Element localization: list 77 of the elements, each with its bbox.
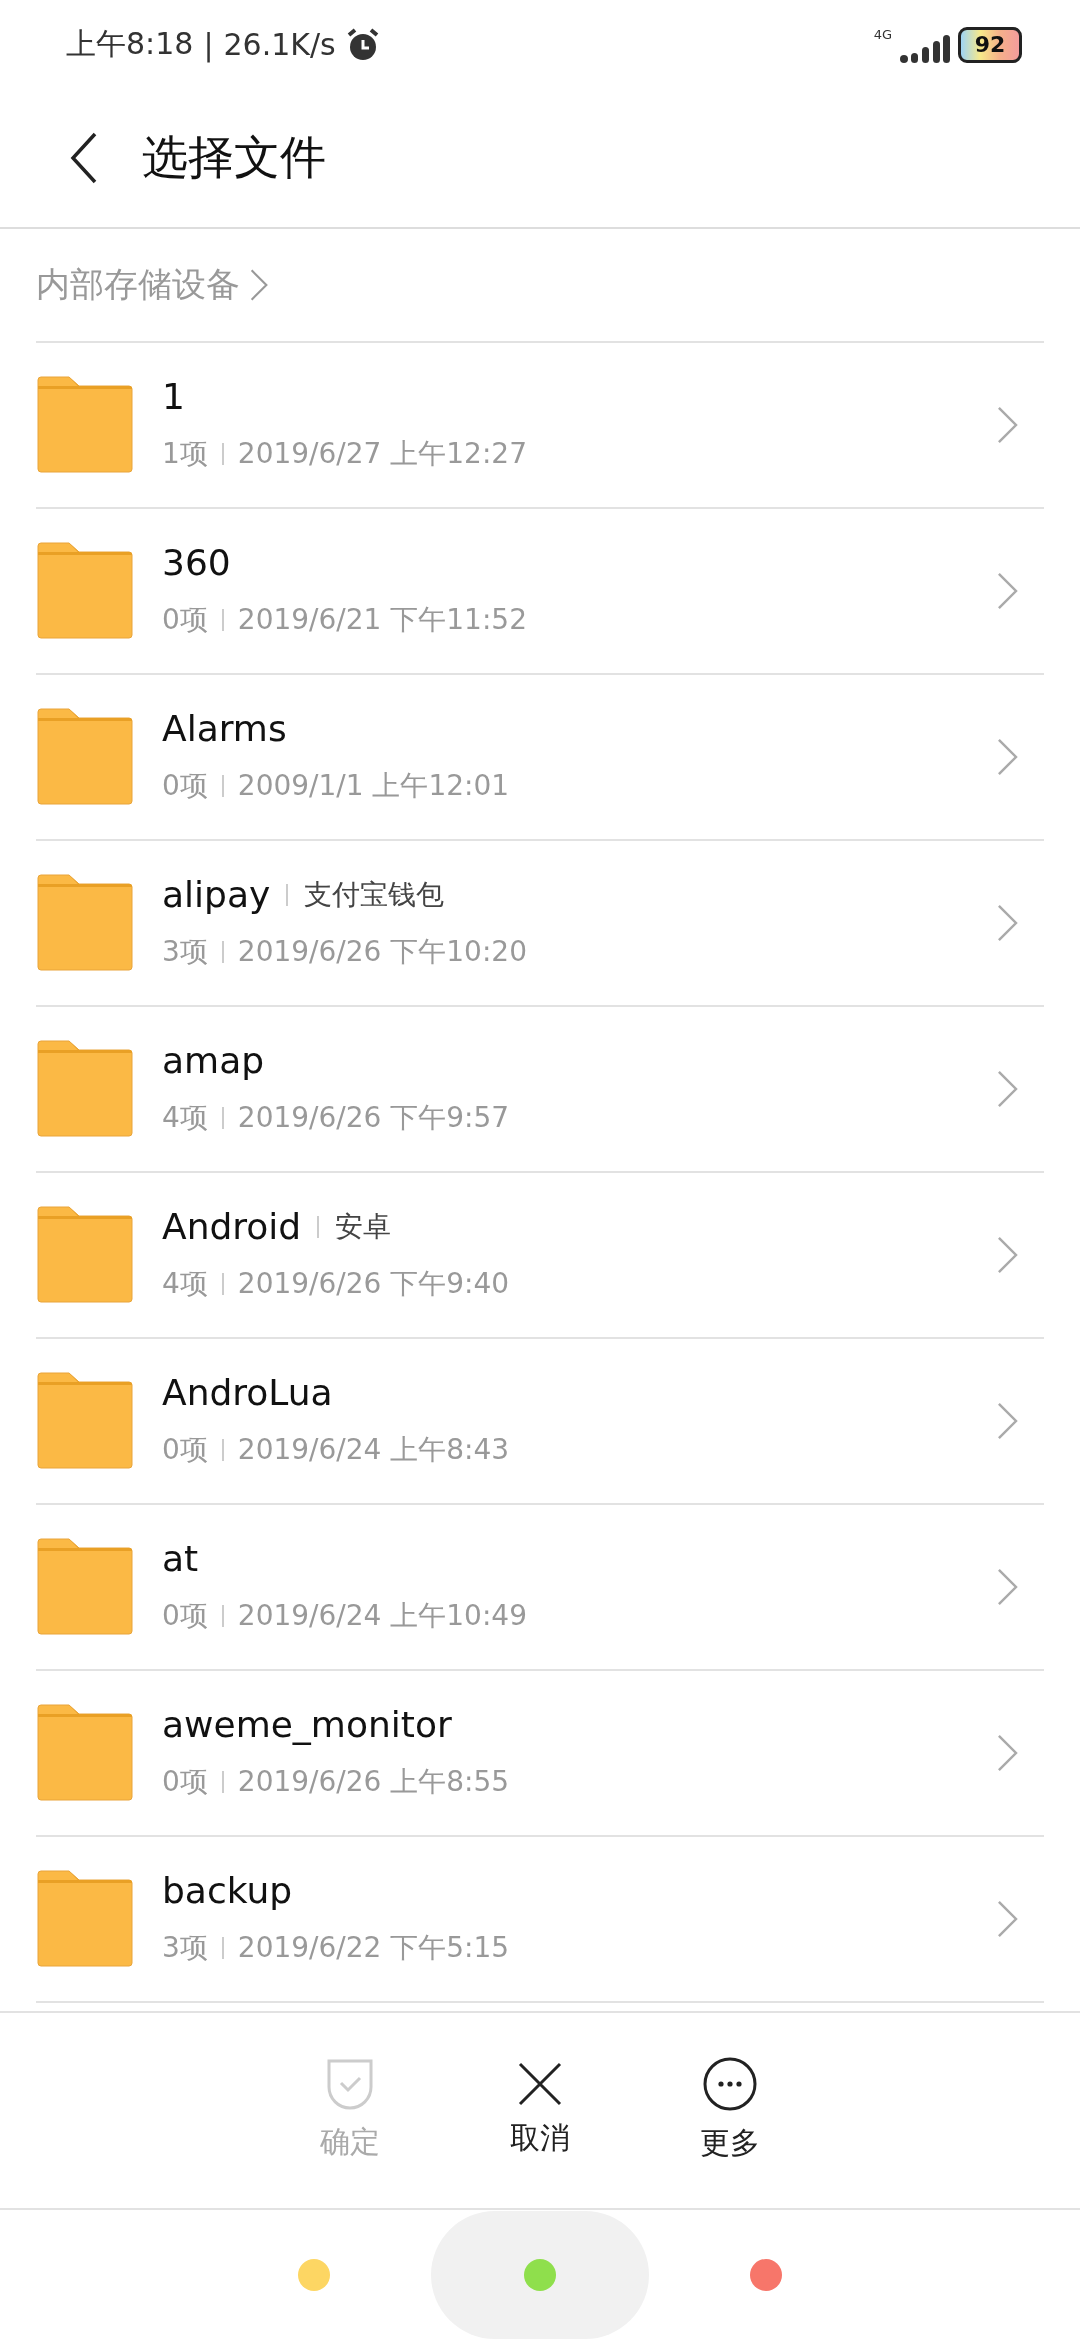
- item-count: 0项: [162, 1764, 208, 1801]
- folder-name: AndroLua: [162, 1372, 333, 1414]
- shield-check-icon: [326, 2057, 374, 2110]
- folder-icon: [36, 1039, 134, 1138]
- item-count: 0项: [162, 602, 208, 639]
- modified-date: 2019/6/21 下午11:52: [237, 602, 527, 639]
- folder-name: alipay: [162, 874, 271, 916]
- folder-row[interactable]: amap 4项 2019/6/26 下午9:57: [36, 1006, 1044, 1173]
- modified-date: 2019/6/22 下午5:15: [237, 1930, 510, 1967]
- more-button[interactable]: 更多: [680, 2056, 780, 2164]
- folder-name: Alarms: [162, 708, 287, 750]
- folder-row[interactable]: AndroLua 0项 2019/6/24 上午8:43: [36, 1338, 1044, 1505]
- folder-name: at: [162, 1538, 199, 1580]
- item-count: 0项: [162, 1598, 208, 1635]
- chevron-right-icon: [250, 267, 268, 302]
- folder-row[interactable]: backup 3项 2019/6/22 下午5:15: [36, 1836, 1044, 2003]
- modified-date: 2009/1/1 上午12:01: [237, 768, 510, 805]
- modified-date: 2019/6/26 下午9:57: [237, 1100, 510, 1137]
- status-time: 上午8:18: [66, 25, 194, 64]
- folder-icon: [36, 1537, 134, 1636]
- folder-icon: [36, 873, 134, 972]
- folder-name: amap: [162, 1040, 265, 1082]
- folder-name: aweme_monitor: [162, 1704, 452, 1746]
- folder-row[interactable]: Android 安卓 4项 2019/6/26 下午9:40: [36, 1172, 1044, 1339]
- chevron-right-icon: [997, 1069, 1018, 1108]
- folder-name: backup: [162, 1870, 293, 1912]
- folder-icon: [36, 707, 134, 806]
- battery-level: 92: [974, 32, 1006, 58]
- back-button[interactable]: [70, 132, 98, 185]
- folder-row[interactable]: Alarms 0项 2009/1/1 上午12:01: [36, 674, 1044, 841]
- modified-date: 2019/6/26 上午8:55: [237, 1764, 510, 1801]
- folder-icon: [36, 375, 134, 474]
- chevron-right-icon: [997, 903, 1018, 942]
- chevron-right-icon: [997, 1567, 1018, 1606]
- folder-icon: [36, 1205, 134, 1304]
- item-count: 4项: [162, 1100, 208, 1137]
- item-count: 0项: [162, 1432, 208, 1469]
- folder-icon: [36, 1371, 134, 1470]
- folder-row[interactable]: at 0项 2019/6/24 上午10:49: [36, 1504, 1044, 1671]
- item-count: 1项: [162, 436, 208, 473]
- folder-icon: [36, 1703, 134, 1802]
- cancel-button[interactable]: 取消: [490, 2061, 590, 2159]
- folder-row[interactable]: 360 0项 2019/6/21 下午11:52: [36, 508, 1044, 675]
- modified-date: 2019/6/24 上午8:43: [237, 1432, 510, 1469]
- folder-row[interactable]: aweme_monitor 0项 2019/6/26 上午8:55: [36, 1670, 1044, 1837]
- modified-date: 2019/6/26 下午10:20: [237, 934, 527, 971]
- close-icon: [518, 2061, 562, 2106]
- chevron-right-icon: [997, 1733, 1018, 1772]
- status-separator: |: [203, 27, 214, 63]
- modified-date: 2019/6/26 下午9:40: [237, 1266, 510, 1303]
- signal-icon: [900, 32, 950, 63]
- network-speed: 26.1K/s: [223, 27, 336, 63]
- folder-alias: 安卓: [335, 1208, 392, 1245]
- chevron-right-icon: [997, 1401, 1018, 1440]
- item-count: 3项: [162, 934, 208, 971]
- chevron-right-icon: [997, 1235, 1018, 1274]
- folder-name: 360: [162, 542, 231, 584]
- folder-icon: [36, 541, 134, 640]
- folder-row[interactable]: 1 1项 2019/6/27 上午12:27: [36, 342, 1044, 509]
- modified-date: 2019/6/24 上午10:49: [237, 1598, 527, 1635]
- alarm-clock-icon: [345, 27, 380, 62]
- item-count: 3项: [162, 1930, 208, 1967]
- folder-row[interactable]: alipay 支付宝钱包 3项 2019/6/26 下午10:20: [36, 840, 1044, 1007]
- more-icon: [703, 2056, 757, 2111]
- chevron-right-icon: [997, 405, 1018, 444]
- folder-alias: 支付宝钱包: [304, 876, 445, 913]
- page-title: 选择文件: [142, 129, 326, 187]
- item-count: 4项: [162, 1266, 208, 1303]
- network-type: 4G: [873, 26, 892, 42]
- folder-name: 1: [162, 376, 185, 418]
- chevron-right-icon: [997, 737, 1018, 776]
- chevron-right-icon: [997, 1899, 1018, 1938]
- modified-date: 2019/6/27 上午12:27: [237, 436, 527, 473]
- folder-icon: [36, 1869, 134, 1968]
- folder-name: Android: [162, 1206, 302, 1248]
- item-count: 0项: [162, 768, 208, 805]
- chevron-right-icon: [997, 571, 1018, 610]
